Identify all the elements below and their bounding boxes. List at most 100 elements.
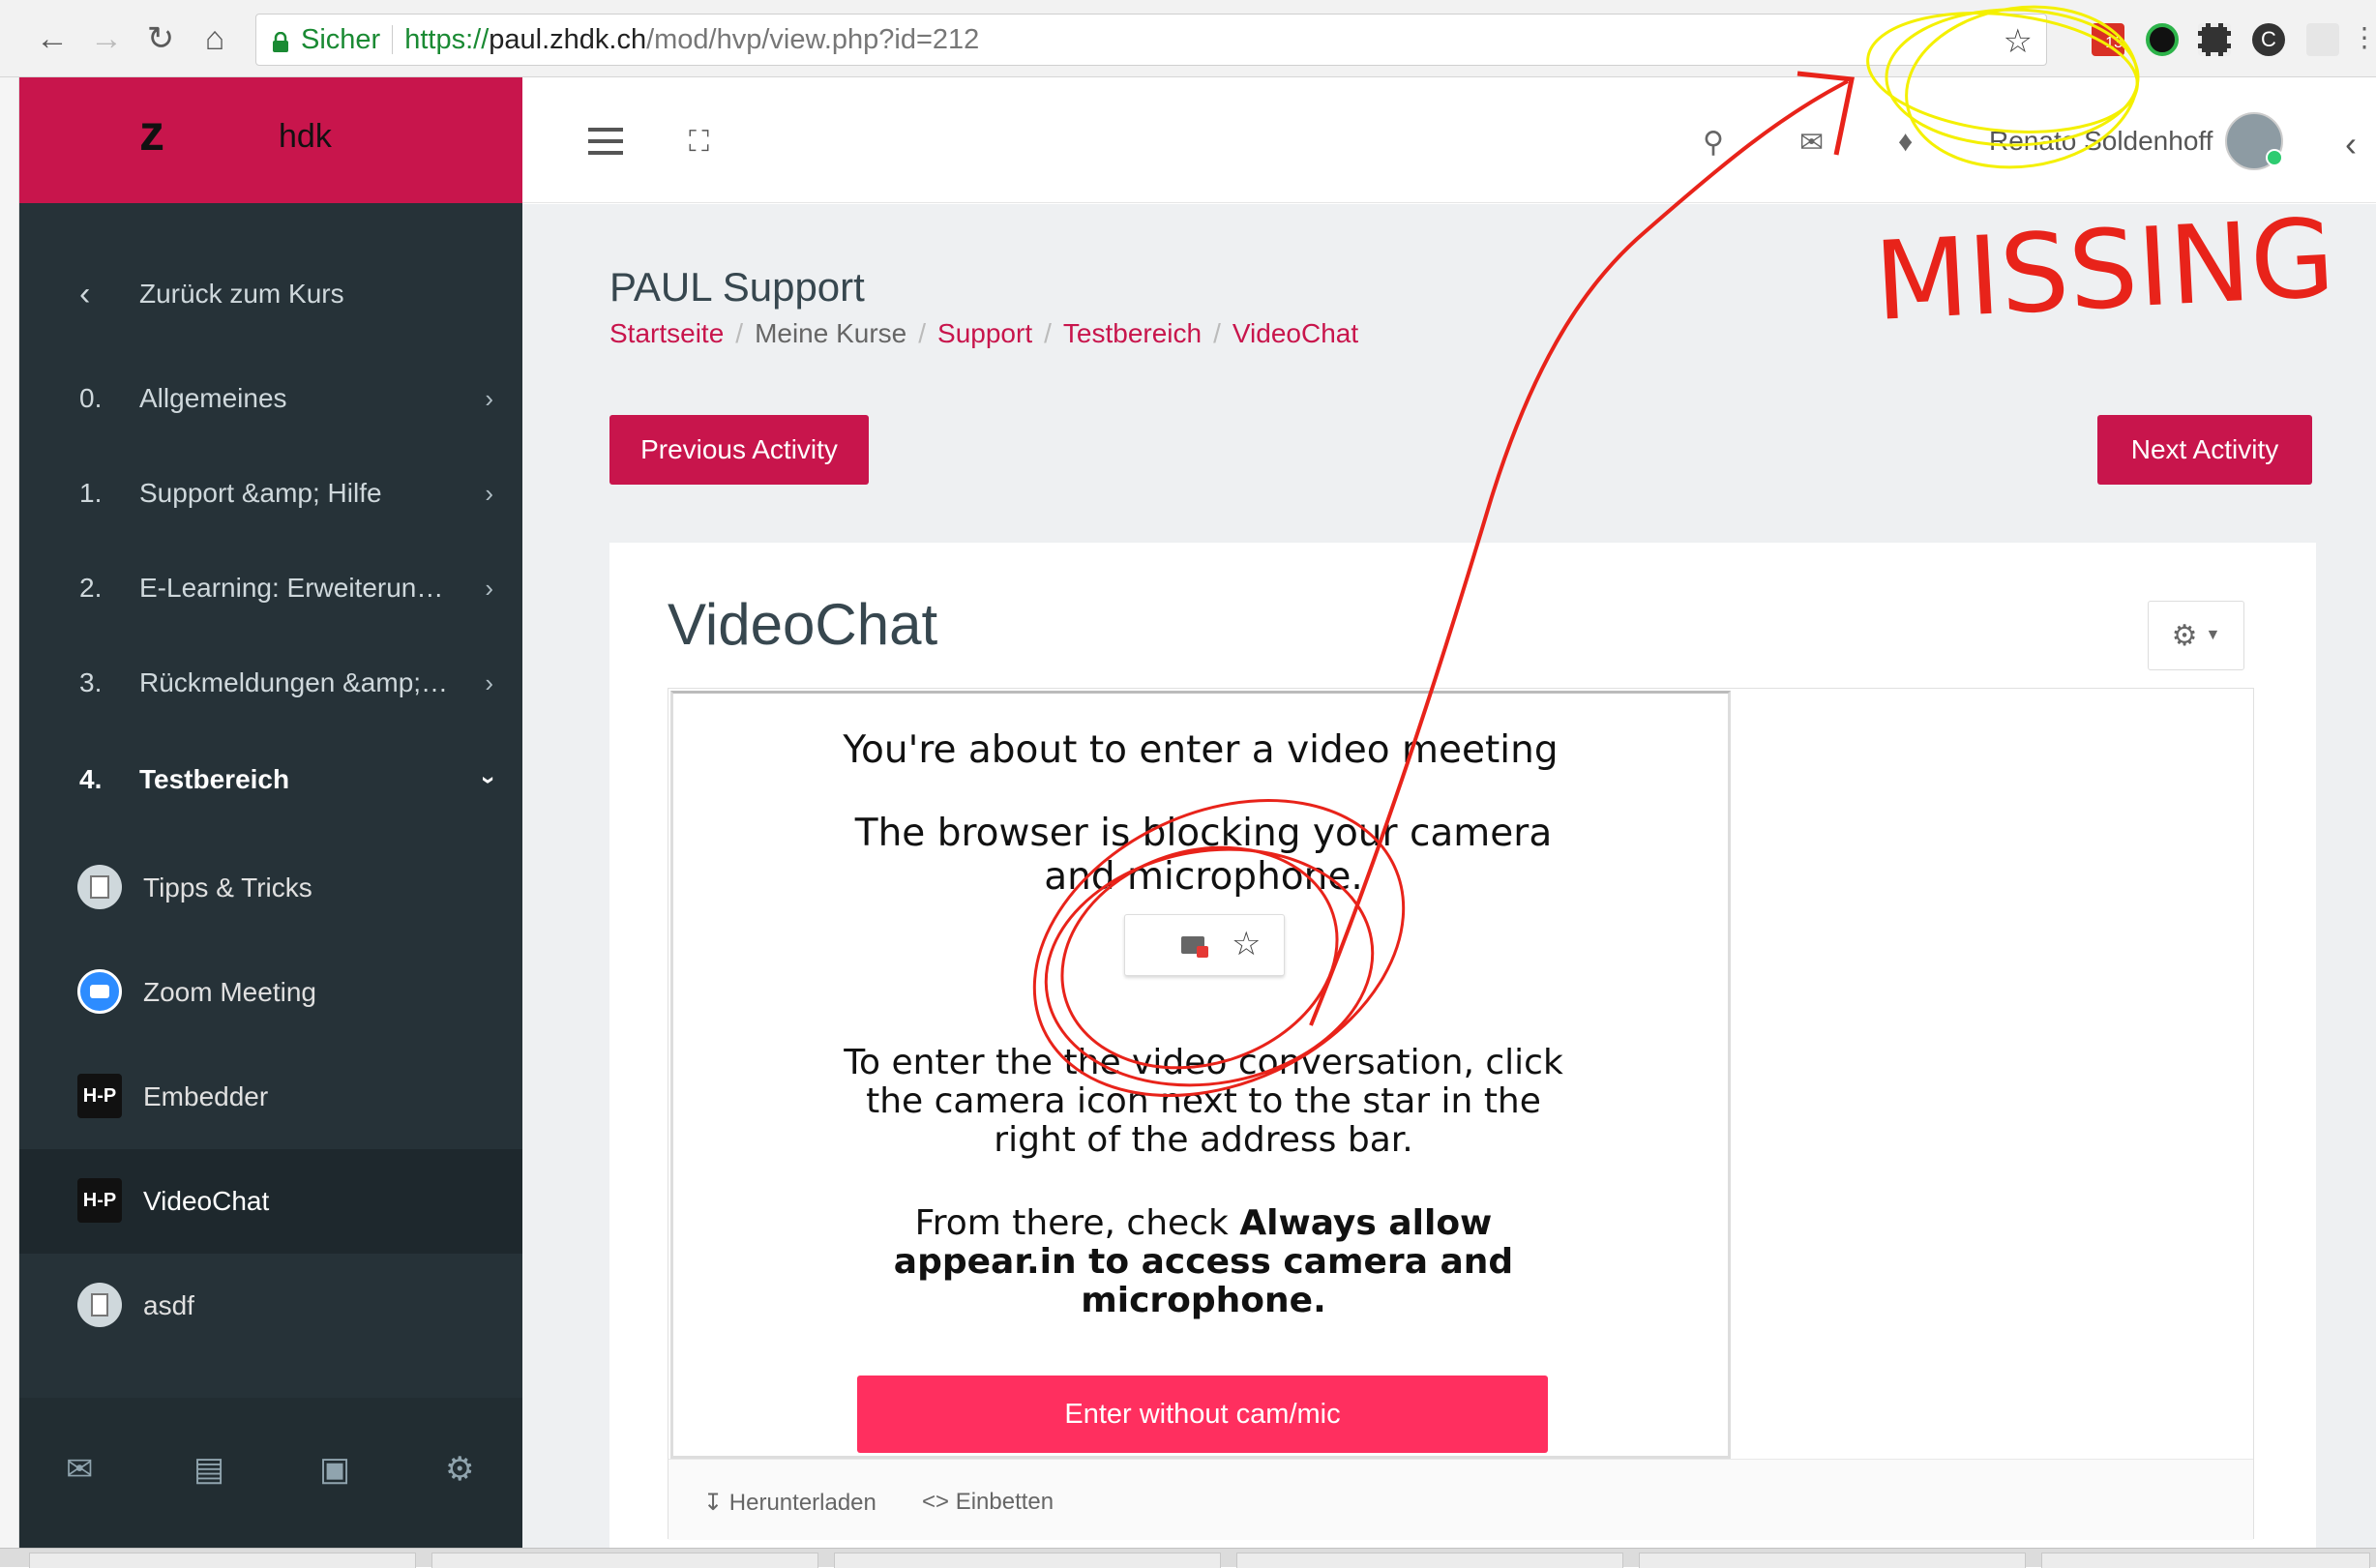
next-activity-button[interactable]: Next Activity — [2097, 415, 2312, 485]
course-sidebar: z hdk ‹ Zurück zum Kurs 0. Allgemeines ›… — [19, 77, 522, 1548]
taskbar-tab[interactable] — [1236, 1553, 1623, 1568]
chrome-extension-icon[interactable] — [2146, 23, 2179, 56]
taskbar-tab[interactable] — [834, 1553, 1221, 1568]
previous-activity-button[interactable]: Previous Activity — [609, 415, 869, 485]
chevron-left-icon: ‹ — [79, 275, 91, 312]
user-name[interactable]: Renato Soldenhoff — [1989, 126, 2213, 157]
secure-label: Sicher — [301, 23, 381, 55]
section-number: 0. — [79, 383, 103, 413]
download-label: Herunterladen — [728, 1490, 876, 1516]
back-to-course-link[interactable]: ‹ Zurück zum Kurs — [19, 248, 522, 340]
bell-icon[interactable]: ♦ — [1898, 126, 1913, 159]
address-bar-illustration: ☆ — [1124, 914, 1285, 976]
back-arrow-icon[interactable]: ← — [31, 17, 74, 60]
meeting-heading: You're about to enter a video meeting — [843, 728, 1559, 772]
page-title: PAUL Support — [609, 264, 865, 310]
breadcrumb-item: Meine Kurse — [755, 318, 907, 348]
breadcrumb-item[interactable]: Support — [937, 318, 1032, 348]
sidebar-section-4[interactable]: 4. Testbereich › — [19, 733, 522, 826]
breadcrumb-item[interactable]: VideoChat — [1233, 318, 1358, 348]
forward-arrow-icon[interactable]: → — [85, 17, 128, 60]
sidebar-section-1[interactable]: 1. Support &amp; Hilfe › — [19, 447, 522, 540]
lock-icon — [272, 29, 289, 52]
calendar-extension-icon[interactable]: 13 — [2092, 23, 2124, 56]
sidebar-footer: ✉ ▤ ▣ ⚙ — [19, 1398, 522, 1548]
taskbar-tab[interactable] — [1639, 1553, 2026, 1568]
book-icon — [77, 865, 122, 909]
fullscreen-icon[interactable]: ⛶ — [689, 126, 709, 159]
download-icon: ↧ — [703, 1490, 729, 1516]
chevron-left-icon[interactable]: ‹ — [2345, 124, 2357, 164]
chevron-down-icon: › — [475, 775, 505, 784]
h5p-container: You're about to enter a video meeting Th… — [668, 688, 2254, 1540]
menu-dots-icon[interactable]: ⋮ — [2351, 23, 2376, 56]
sidebar-section-2[interactable]: 2. E-Learning: Erweiterun… › — [19, 542, 522, 635]
reload-icon[interactable]: ↻ — [139, 17, 182, 60]
activity-videochat[interactable]: H-P VideoChat — [19, 1149, 522, 1254]
taskbar-tab[interactable] — [431, 1553, 818, 1568]
taskbar-tab[interactable] — [29, 1553, 416, 1568]
page-header: ⛶ ⚲ ✉ ♦ Renato Soldenhoff ‹ — [522, 77, 2376, 203]
film-extension-icon[interactable] — [2198, 23, 2231, 56]
url-scheme: https:// — [404, 23, 490, 55]
back-to-course-label: Zurück zum Kurs — [139, 279, 344, 309]
browser-toolbar: ← → ↻ ⌂ Sicher https://paul.zhdk.ch/mod/… — [0, 0, 2376, 77]
chevron-right-icon: › — [485, 478, 493, 508]
file-icon — [77, 1283, 122, 1327]
breadcrumb-item[interactable]: Startseite — [609, 318, 724, 348]
caret-down-icon: ▼ — [2205, 627, 2221, 643]
document-icon[interactable]: ▤ — [193, 1450, 224, 1489]
breadcrumb-separator: / — [1044, 318, 1052, 348]
breadcrumb: Startseite / Meine Kurse / Support / Testberei… — [609, 318, 1358, 349]
search-icon[interactable]: ⚲ — [1703, 126, 1724, 160]
h5p-actions-bar: ↧ Herunterladen <> Einbetten — [668, 1459, 2253, 1540]
activity-title: VideoChat — [668, 592, 938, 657]
activity-card: VideoChat ⚙ ▼ You're about to enter a vid… — [609, 543, 2316, 1548]
avatar[interactable] — [2225, 112, 2283, 170]
url-host: paul.zhdk.ch — [489, 23, 647, 55]
section-label: Testbereich — [139, 764, 290, 794]
breadcrumb-item[interactable]: Testbereich — [1063, 318, 1202, 348]
permission-prefix: From there, check — [914, 1203, 1240, 1243]
section-number: 3. — [79, 667, 103, 697]
chat-icon[interactable]: ✉ — [66, 1450, 94, 1489]
settings-gear-icon[interactable]: ⚙ — [445, 1450, 474, 1489]
activity-label: asdf — [143, 1290, 194, 1320]
gear-icon[interactable]: ⚙ ▼ — [2148, 601, 2244, 670]
enter-without-cam-button[interactable]: Enter without cam/mic — [857, 1376, 1548, 1453]
mail-icon[interactable]: ✉ — [1799, 126, 1824, 160]
taskbar-tab[interactable] — [2041, 1553, 2370, 1568]
omnibox-divider — [392, 25, 394, 54]
section-number: 4. — [79, 764, 103, 794]
activity-asdf[interactable]: asdf — [19, 1254, 522, 1358]
breadcrumb-separator: / — [1213, 318, 1221, 348]
chevron-right-icon: › — [485, 383, 493, 413]
bookmark-star-icon[interactable]: ☆ — [2004, 22, 2033, 61]
address-bar[interactable]: Sicher https://paul.zhdk.ch/mod/hvp/view… — [255, 14, 2047, 66]
main-content: PAUL Support Startseite / Meine Kurse / Supp… — [522, 204, 2376, 1548]
embed-link[interactable]: <> Einbetten — [922, 1489, 1054, 1516]
activity-embedder[interactable]: H-P Embedder — [19, 1045, 522, 1149]
camera-extension-icon[interactable] — [2306, 23, 2339, 56]
brand-logo[interactable]: z hdk — [19, 77, 522, 203]
grades-icon[interactable]: ▣ — [319, 1450, 350, 1489]
activity-label: Zoom Meeting — [143, 977, 316, 1007]
download-link[interactable]: ↧ Herunterladen — [703, 1489, 876, 1517]
sidebar-section-3[interactable]: 3. Rückmeldungen &amp;… › — [19, 636, 522, 729]
activity-label: VideoChat — [143, 1186, 270, 1216]
activity-label: Embedder — [143, 1081, 269, 1111]
h5p-icon: H-P — [77, 1178, 122, 1223]
calendar-badge: 13 — [2105, 35, 2123, 51]
section-label: Rückmeldungen &amp;… — [139, 667, 449, 697]
logo-text: hdk — [279, 118, 332, 155]
sidebar-section-0[interactable]: 0. Allgemeines › — [19, 352, 522, 445]
profile-extension-icon[interactable]: C — [2252, 23, 2285, 56]
section-label: E-Learning: Erweiterun… — [139, 573, 444, 603]
hamburger-menu-icon[interactable] — [588, 128, 623, 155]
permission-text: From there, check Always allow appear.in… — [838, 1204, 1569, 1320]
activity-zoom-meeting[interactable]: Zoom Meeting — [19, 940, 522, 1045]
blocked-x-icon — [1197, 946, 1208, 958]
home-icon[interactable]: ⌂ — [193, 17, 236, 60]
activity-tipps-tricks[interactable]: Tipps & Tricks — [19, 836, 522, 940]
chevron-right-icon: › — [485, 667, 493, 697]
